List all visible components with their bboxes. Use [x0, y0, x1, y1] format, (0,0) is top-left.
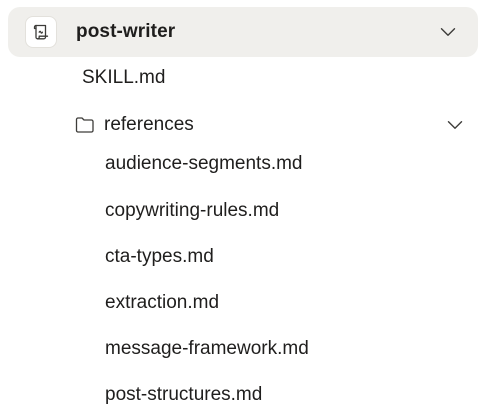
skill-header-post-writer[interactable]: post-writer	[8, 7, 478, 57]
chevron-down-icon[interactable]	[439, 23, 457, 41]
chevron-down-icon[interactable]	[446, 116, 464, 134]
file-copywriting-rules[interactable]: copywriting-rules.md	[105, 196, 279, 226]
skill-icon-container	[25, 16, 57, 48]
folder-references-label: references	[104, 114, 194, 135]
file-audience-segments[interactable]: audience-segments.md	[105, 149, 303, 179]
folder-references[interactable]: references	[68, 110, 478, 140]
file-post-structures[interactable]: post-structures.md	[105, 380, 262, 410]
file-skill-md[interactable]: SKILL.md	[82, 63, 165, 93]
skill-file-tree: post-writer SKILL.md references audience…	[0, 0, 501, 419]
skill-name: post-writer	[76, 21, 176, 42]
file-cta-types[interactable]: cta-types.md	[105, 242, 214, 272]
folder-icon	[75, 116, 95, 134]
file-extraction[interactable]: extraction.md	[105, 288, 219, 318]
scroll-icon	[32, 23, 50, 41]
file-message-framework[interactable]: message-framework.md	[105, 334, 309, 364]
